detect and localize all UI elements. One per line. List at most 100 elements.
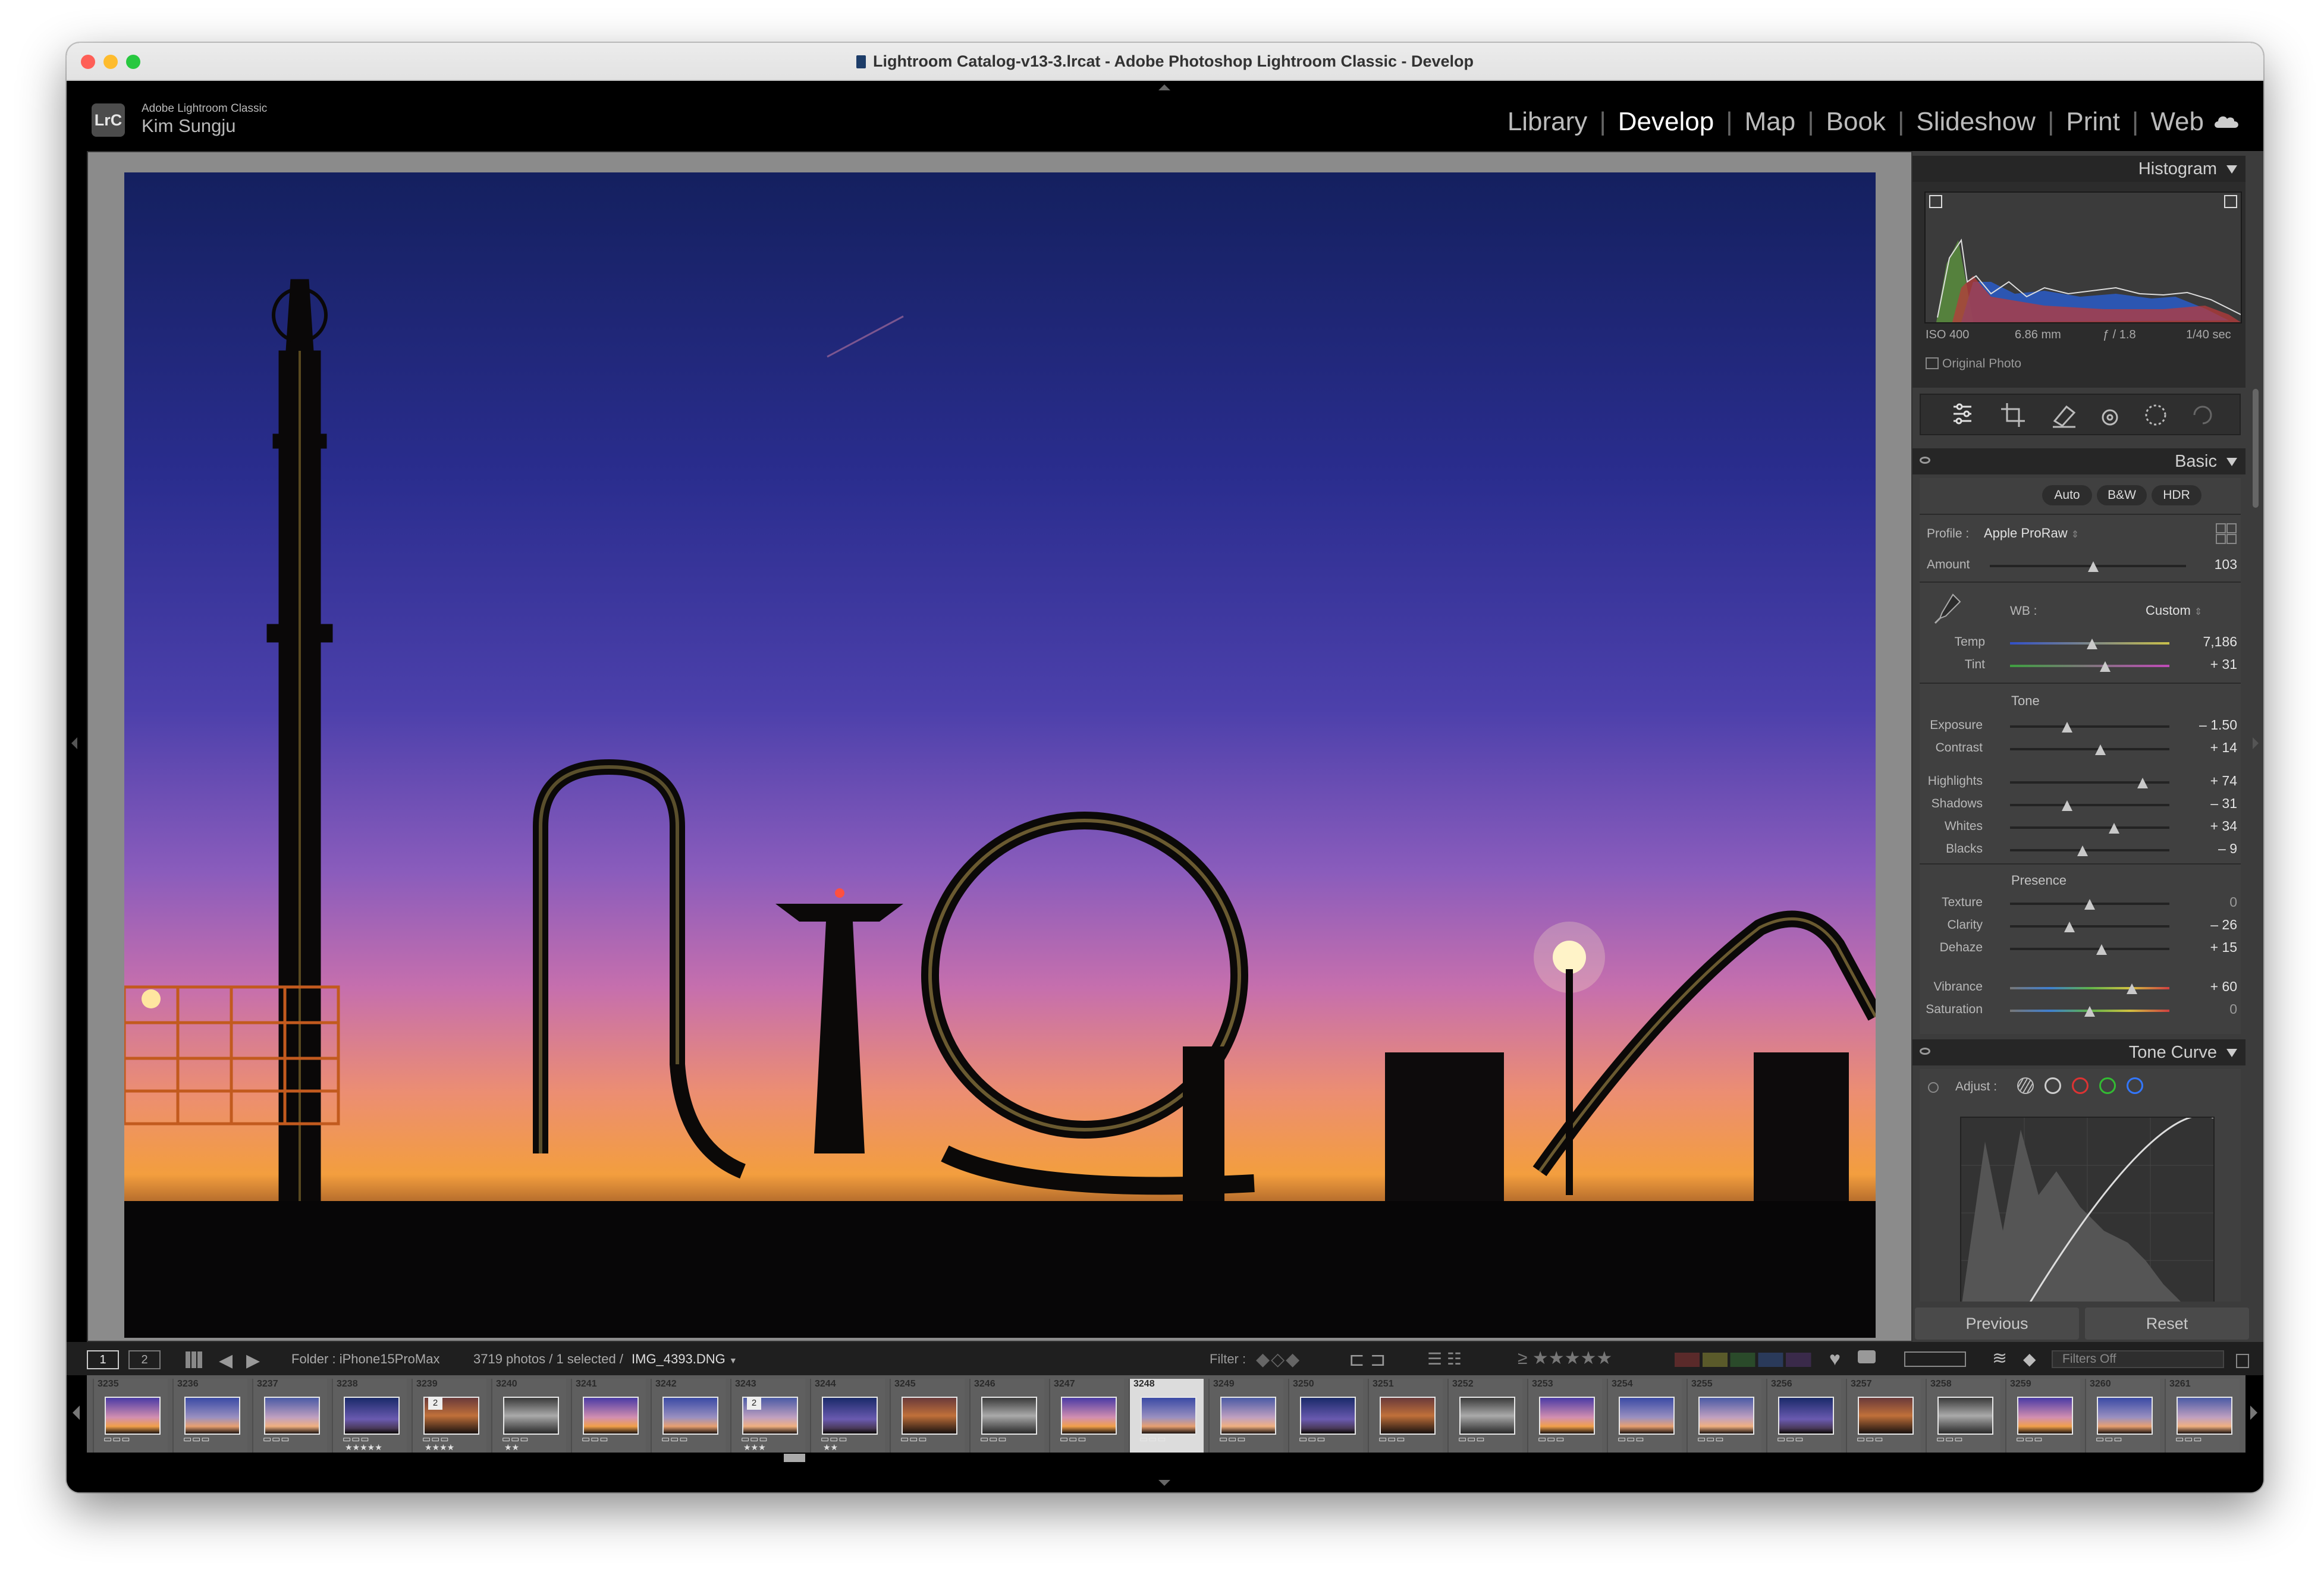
filmstrip-thumbnail[interactable]: 3255 ▭▭▭ <box>1687 1379 1761 1453</box>
target-adjust-icon[interactable] <box>1928 1082 1939 1093</box>
folder-source[interactable]: Folder : iPhone15ProMax <box>291 1351 439 1367</box>
collapse-top-panel-icon[interactable] <box>1158 84 1170 90</box>
view-2-button[interactable]: 2 <box>128 1350 161 1369</box>
thumbnail-image[interactable] <box>662 1397 718 1435</box>
filmstrip-thumbnail[interactable]: 3237 ▭▭▭ <box>252 1379 327 1453</box>
filmstrip-thumbnail[interactable]: 3249 ▭▭▭ <box>1208 1379 1283 1453</box>
thumbnail-image[interactable] <box>822 1397 878 1435</box>
module-map[interactable]: Map <box>1745 107 1796 137</box>
parametric-curve-icon[interactable] <box>2017 1077 2034 1094</box>
filmstrip[interactable]: 3235 ▭▭▭ 3236 ▭▭▭ 3237 ▭▭▭ 3238 ▭▭▭ ★★★★★ 3239 ▭▭▭… <box>87 1375 2246 1453</box>
basic-visibility-icon[interactable] <box>1920 457 1930 464</box>
exposure-slider-track[interactable] <box>2010 725 2169 728</box>
texture-slider-thumb[interactable] <box>2084 899 2095 910</box>
tone-curve-graph[interactable] <box>1960 1114 2215 1302</box>
filmstrip-left-icon[interactable] <box>73 1406 80 1420</box>
clarity-value[interactable]: – 26 <box>2184 917 2237 933</box>
thumbnail-image[interactable] <box>902 1397 957 1435</box>
thumbnail-image[interactable] <box>1698 1397 1754 1435</box>
filmstrip-thumbnail[interactable]: 3240 ▭▭▭ ★★ <box>491 1379 566 1453</box>
filmstrip-scrollbar[interactable] <box>784 1454 805 1462</box>
stack-count-badge[interactable]: 2 <box>747 1397 761 1410</box>
thumbnail-image[interactable] <box>1141 1397 1196 1435</box>
left-panel-toggle-icon[interactable] <box>71 737 77 749</box>
point-curve-white-icon[interactable] <box>2045 1077 2061 1094</box>
amount-slider-thumb[interactable] <box>2088 561 2099 572</box>
thumbnail-image[interactable] <box>2017 1397 2073 1435</box>
red-eye-icon[interactable] <box>2102 409 2118 426</box>
filmstrip-thumbnail[interactable]: 3257 ▭▭▭ <box>1846 1379 1921 1453</box>
dehaze-slider-track[interactable] <box>2010 948 2169 950</box>
point-curve-blue-icon[interactable] <box>2127 1077 2143 1094</box>
shadows-slider-thumb[interactable] <box>2062 800 2072 811</box>
filmstrip-thumbnail[interactable]: 3244 ▭▭▭ ★★ <box>810 1379 885 1453</box>
tint-slider-thumb[interactable] <box>2100 661 2111 672</box>
forward-arrow-icon[interactable]: ▶ <box>246 1350 260 1371</box>
histogram-header[interactable]: Histogram <box>1912 156 2246 182</box>
photo-viewer[interactable] <box>87 151 1912 1342</box>
thumbnail-image[interactable] <box>105 1397 161 1435</box>
clarity-slider-thumb[interactable] <box>2064 922 2075 932</box>
main-photo[interactable] <box>124 172 1876 1338</box>
tone-curve-header[interactable]: Tone Curve <box>1912 1039 2246 1065</box>
view-mode-icons[interactable] <box>1904 1351 1966 1367</box>
collapse-bottom-panel-icon[interactable] <box>1158 1480 1170 1486</box>
back-arrow-icon[interactable]: ◀ <box>219 1350 233 1371</box>
collapse-triangle-icon[interactable] <box>2226 1049 2237 1057</box>
reset-button[interactable]: Reset <box>2085 1307 2249 1340</box>
point-curve-red-icon[interactable] <box>2072 1077 2089 1094</box>
thumbnail-image[interactable] <box>1858 1397 1914 1435</box>
profile-select[interactable]: Apple ProRaw ⇕ <box>1984 526 2079 541</box>
exposure-value[interactable]: – 1.50 <box>2184 717 2237 733</box>
heart-icon[interactable]: ♥ <box>1829 1348 1841 1370</box>
filmstrip-thumbnail[interactable]: 3252 ▭▭▭ <box>1447 1379 1522 1453</box>
filters-off-select[interactable]: Filters Off <box>2052 1350 2224 1368</box>
whites-slider-track[interactable] <box>2010 826 2169 829</box>
thumbnail-image[interactable] <box>2097 1397 2153 1435</box>
thumbnail-image[interactable] <box>184 1397 240 1435</box>
module-print[interactable]: Print <box>2066 107 2119 137</box>
thumbnail-image[interactable] <box>264 1397 320 1435</box>
collapse-triangle-icon[interactable] <box>2226 458 2237 466</box>
cloud-sync-icon[interactable] <box>2213 114 2240 128</box>
profile-browser-icon[interactable] <box>2216 523 2237 544</box>
presets-icon[interactable] <box>2193 405 2212 425</box>
thumbnail-image[interactable] <box>503 1397 559 1435</box>
original-photo-checkbox[interactable]: Original Photo <box>1926 357 2021 371</box>
thumbnail-image[interactable] <box>1937 1397 1993 1435</box>
comment-icon[interactable] <box>1858 1350 1876 1363</box>
hdr-button[interactable]: HDR <box>2152 485 2201 505</box>
vibrance-slider-track[interactable] <box>2010 987 2169 989</box>
edited-filter-icons[interactable]: ⊏ ⊐ <box>1349 1348 1386 1370</box>
filmstrip-thumbnail[interactable]: 3238 ▭▭▭ ★★★★★ <box>332 1379 407 1453</box>
thumbnail-image[interactable] <box>981 1397 1037 1435</box>
thumbnail-image[interactable] <box>1380 1397 1436 1435</box>
crop-icon[interactable] <box>2001 403 2025 427</box>
module-book[interactable]: Book <box>1826 107 1886 137</box>
shadow-clipping-icon[interactable] <box>1929 195 1942 208</box>
contrast-value[interactable]: + 14 <box>2184 740 2237 756</box>
whites-value[interactable]: + 34 <box>2184 818 2237 834</box>
previous-button[interactable]: Previous <box>1915 1307 2079 1340</box>
temp-slider-thumb[interactable] <box>2087 639 2097 649</box>
stack-count-badge[interactable]: 2 <box>428 1397 442 1410</box>
basic-header[interactable]: Basic <box>1912 448 2246 474</box>
blacks-slider-track[interactable] <box>2010 849 2169 851</box>
contrast-slider-thumb[interactable] <box>2095 744 2106 755</box>
module-develop[interactable]: Develop <box>1618 107 1714 137</box>
histogram-graph[interactable] <box>1924 191 2242 323</box>
filmstrip-thumbnail[interactable]: 3254 ▭▭▭ <box>1607 1379 1682 1453</box>
texture-value[interactable]: 0 <box>2184 894 2237 910</box>
thumbnail-image[interactable] <box>1778 1397 1834 1435</box>
wb-eyedropper-icon[interactable] <box>1929 590 1965 625</box>
tint-value[interactable]: + 31 <box>2184 656 2237 672</box>
color-label-filter[interactable] <box>1675 1353 1814 1367</box>
blacks-slider-thumb[interactable] <box>2077 845 2088 856</box>
highlights-slider-thumb[interactable] <box>2137 778 2148 788</box>
thumbnail-image[interactable] <box>1539 1397 1595 1435</box>
flag-filter-icons[interactable]: ◆◇◆ <box>1256 1349 1301 1370</box>
filter-preset-icon[interactable]: ◆ <box>2023 1349 2036 1369</box>
thumbnail-image[interactable] <box>1061 1397 1117 1435</box>
star-rating-filter[interactable]: ≥ ★★★★★ <box>1518 1348 1612 1369</box>
filmstrip-thumbnail[interactable]: 3235 ▭▭▭ <box>93 1379 168 1453</box>
